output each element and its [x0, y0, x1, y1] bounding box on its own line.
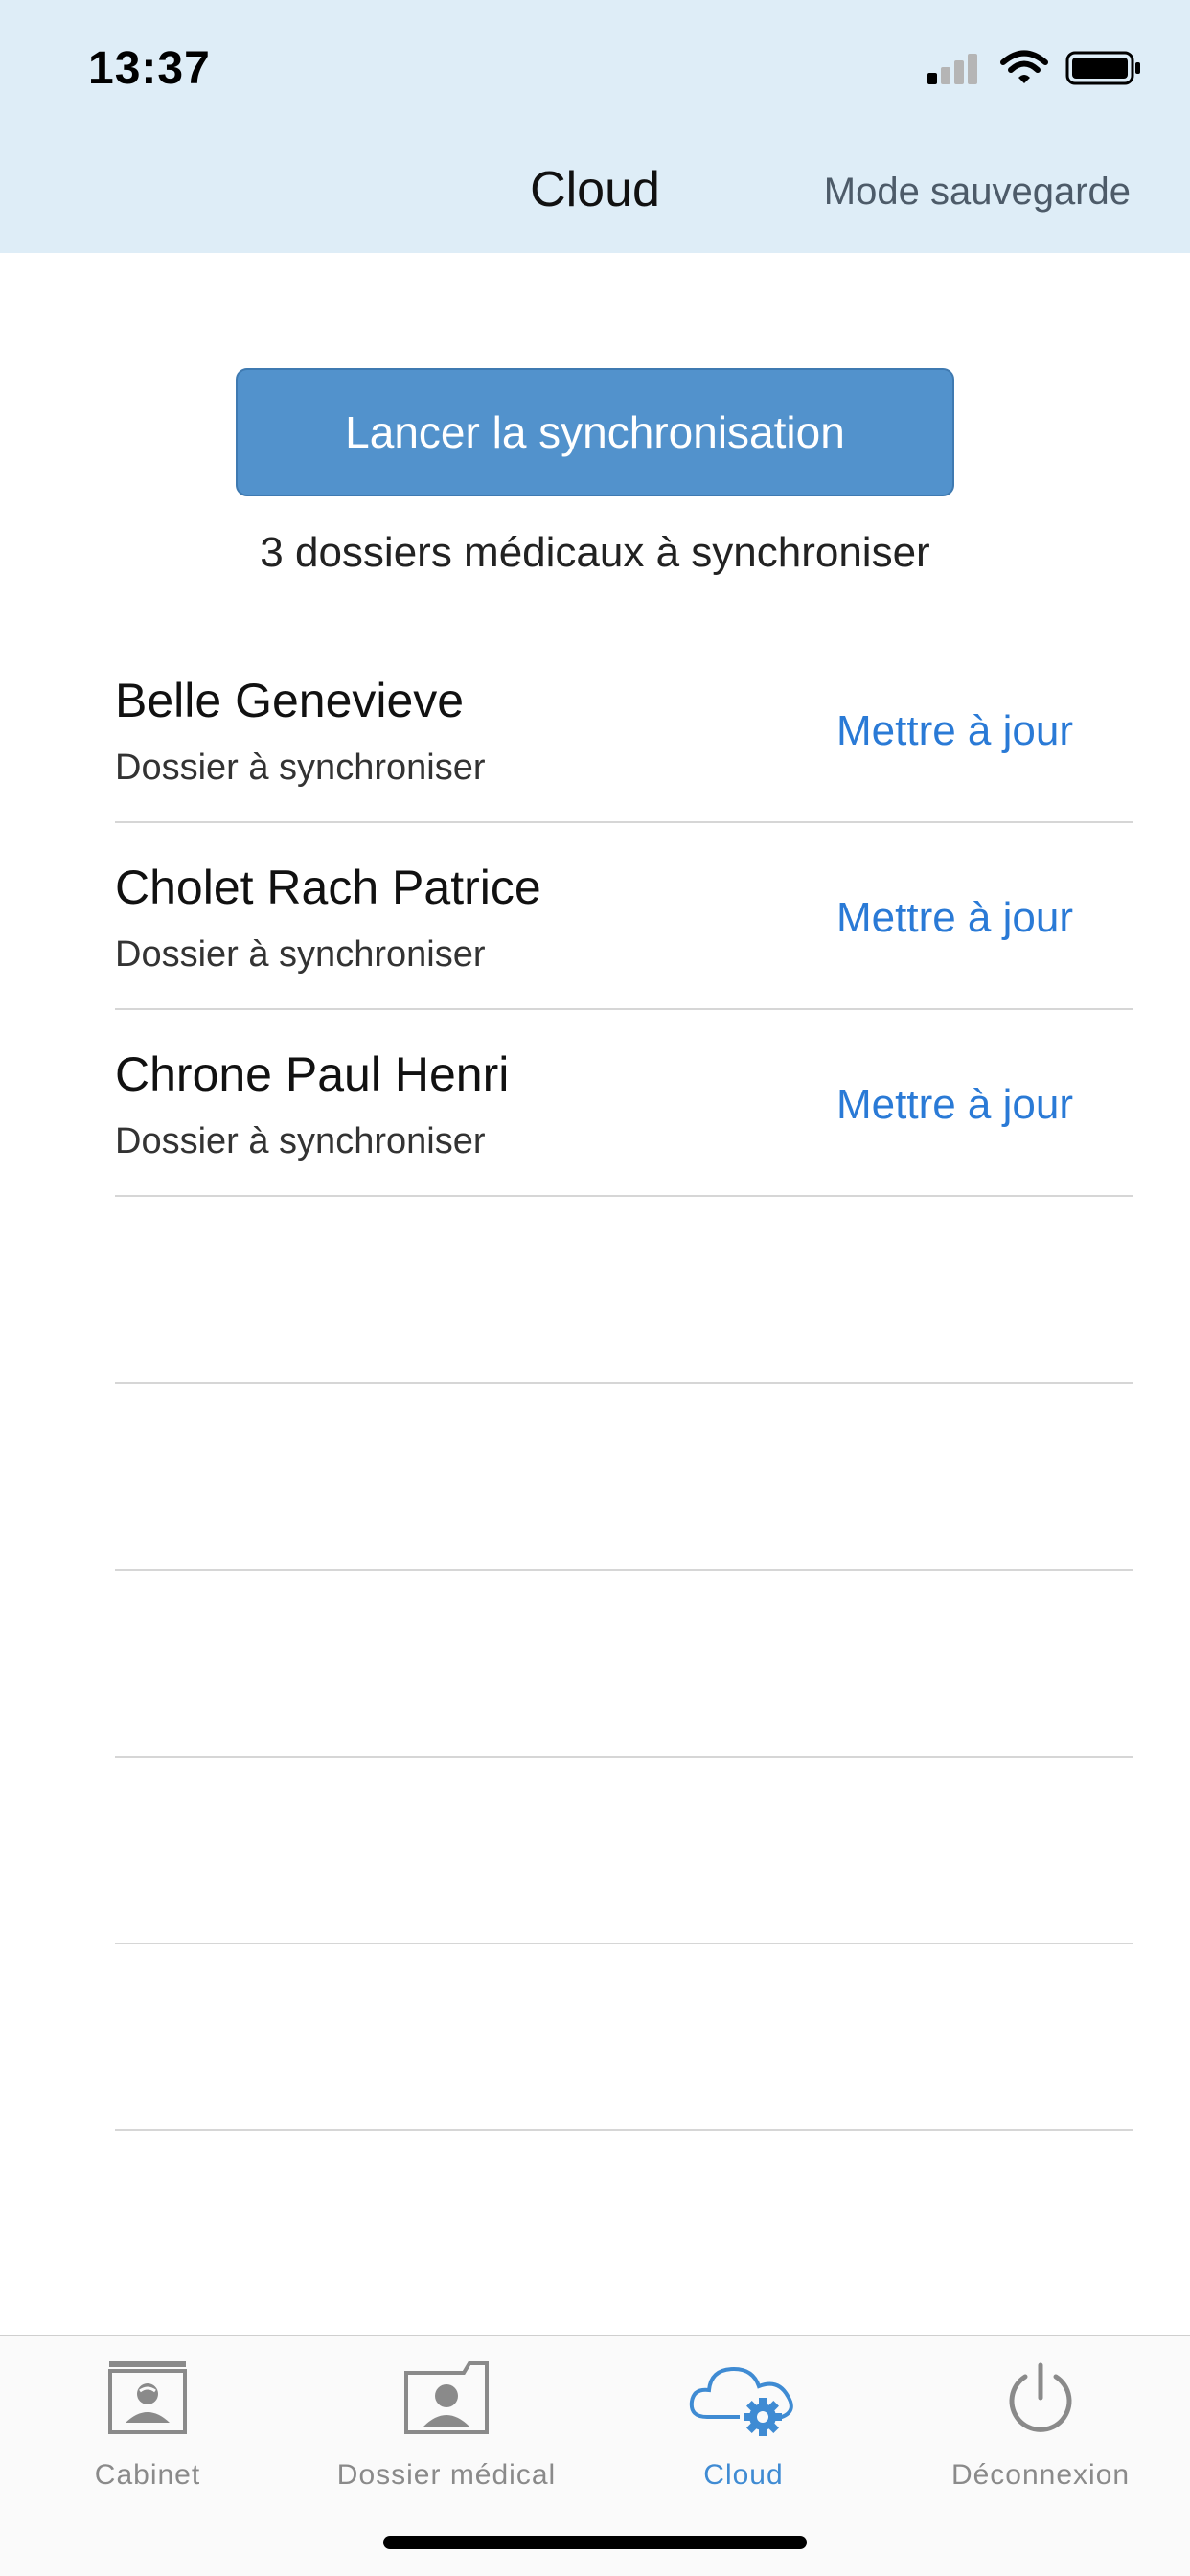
status-icons	[926, 50, 1142, 86]
tab-deconnexion[interactable]: Déconnexion	[897, 2350, 1184, 2492]
home-indicator	[383, 2536, 807, 2549]
tab-label: Déconnexion	[950, 2459, 1131, 2491]
records-list: Belle Genevieve Dossier à synchroniser M…	[115, 636, 1133, 2131]
tab-label: Cloud	[703, 2459, 784, 2491]
empty-list-row	[115, 1197, 1133, 1384]
record-status: Dossier à synchroniser	[115, 1121, 486, 1162]
empty-list-row	[115, 1944, 1133, 2131]
top-header: 13:37 Cloud Mode sauvegarde	[0, 0, 1190, 253]
cabinet-icon	[4, 2350, 291, 2446]
battery-icon	[1065, 51, 1140, 85]
wifi-icon	[1000, 50, 1048, 83]
list-item: Cholet Rach Patrice Dossier à synchronis…	[115, 823, 1133, 1010]
record-status: Dossier à synchroniser	[115, 748, 486, 788]
empty-list-row	[115, 1571, 1133, 1758]
tab-label: Dossier médical	[336, 2459, 557, 2491]
status-time: 13:37	[88, 43, 211, 94]
cellular-signal-icon	[927, 54, 977, 84]
record-status: Dossier à synchroniser	[115, 934, 486, 975]
tab-cloud[interactable]: Cloud	[600, 2350, 887, 2492]
record-name: Chrone Paul Henri	[115, 1047, 510, 1101]
update-record-button[interactable]: Mettre à jour	[836, 1081, 1073, 1129]
sync-count-text: 3 dossiers médicaux à synchroniser	[260, 529, 930, 576]
start-sync-button[interactable]: Lancer la synchronisation	[236, 368, 954, 496]
tab-dossier-medical[interactable]: Dossier médical	[303, 2350, 590, 2492]
list-item: Chrone Paul Henri Dossier à synchroniser…	[115, 1010, 1133, 1197]
medical-folder-icon	[303, 2350, 590, 2446]
tab-cabinet[interactable]: Cabinet	[4, 2350, 291, 2492]
empty-list-row	[115, 1384, 1133, 1571]
cloud-gear-icon	[600, 2350, 887, 2446]
power-icon	[897, 2350, 1184, 2446]
record-name: Belle Genevieve	[115, 674, 465, 727]
backup-mode-button[interactable]: Mode sauvegarde	[824, 171, 1131, 214]
record-name: Cholet Rach Patrice	[115, 861, 541, 914]
list-item: Belle Genevieve Dossier à synchroniser M…	[115, 636, 1133, 823]
update-record-button[interactable]: Mettre à jour	[836, 707, 1073, 755]
empty-list-row	[115, 1758, 1133, 1944]
tab-label: Cabinet	[94, 2459, 201, 2491]
update-record-button[interactable]: Mettre à jour	[836, 894, 1073, 942]
